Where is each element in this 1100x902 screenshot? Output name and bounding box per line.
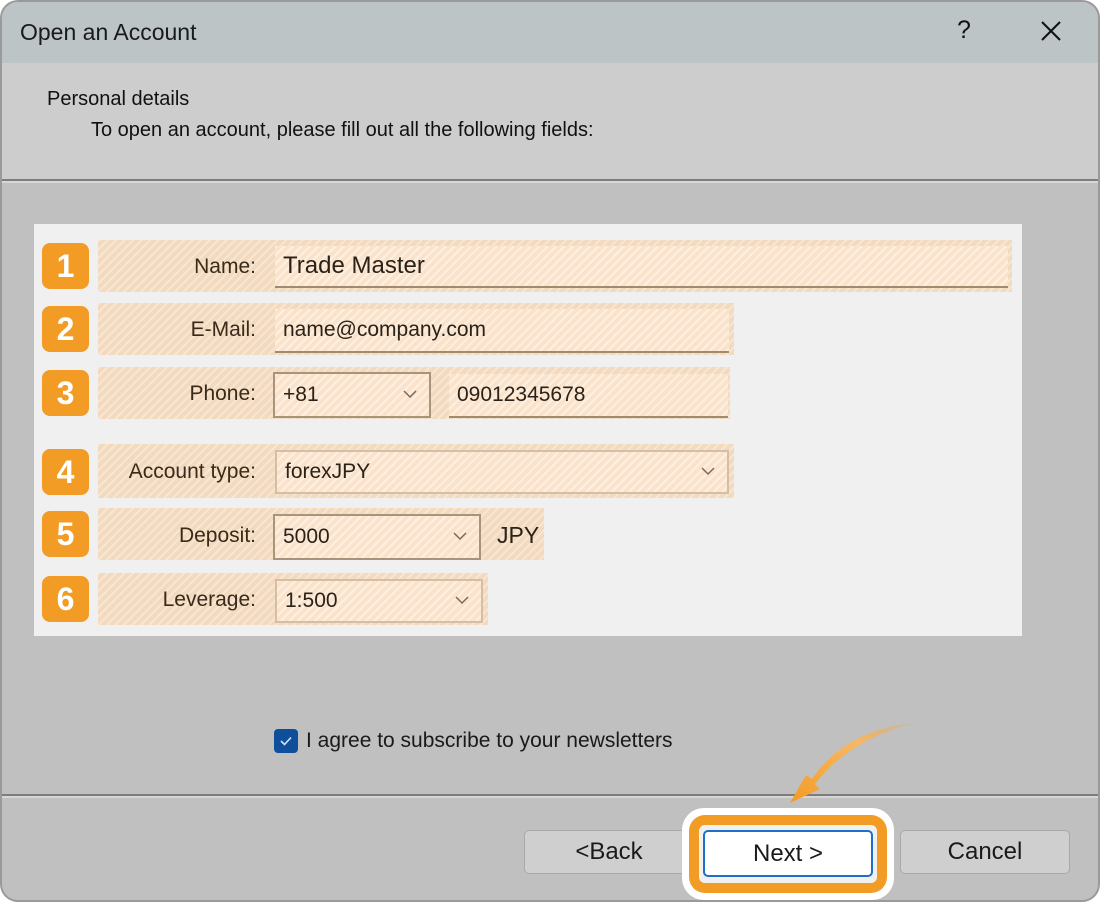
chevron-down-icon [453,532,467,541]
country-code-value: +81 [283,383,319,406]
step-badge-3: 3 [42,370,89,416]
wizard-header: Personal details To open an account, ple… [2,63,1098,183]
deposit-currency: JPY [497,522,540,548]
chevron-down-icon [403,390,417,399]
step-badge-2: 2 [42,306,89,352]
chevron-down-icon [455,596,469,605]
header-subtitle: To open an account, please fill out all … [91,119,594,141]
newsletter-option[interactable]: I agree to subscribe to your newsletters [274,729,673,753]
help-button[interactable]: ? [950,16,978,48]
email-input[interactable]: name@company.com [275,309,729,353]
deposit-value: 5000 [283,525,330,548]
newsletter-checkbox[interactable] [274,729,298,753]
dialog-window: Open an Account ? Personal details To op… [0,0,1100,902]
title-bar: Open an Account ? [2,2,1098,63]
account-type-select[interactable]: forexJPY [275,450,729,494]
deposit-select[interactable]: 5000 [273,514,481,560]
deposit-label: Deposit: [178,524,256,547]
cancel-button[interactable]: Cancel [900,830,1070,874]
form-panel: 1 Name: Trade Master 2 E-Mail: name@comp… [34,224,1022,636]
step-badge-4: 4 [42,449,89,495]
phone-input[interactable]: 09012345678 [449,374,728,418]
name-input[interactable]: Trade Master [275,246,1008,288]
callout-arrow-icon [790,723,918,803]
header-title: Personal details [47,88,190,110]
step-badge-5: 5 [42,511,89,557]
checkmark-icon [280,736,292,746]
leverage-label: Leverage: [162,588,256,611]
step-badge-1: 1 [42,243,89,289]
email-label: E-Mail: [190,318,256,341]
leverage-value: 1:500 [285,589,338,612]
newsletter-label: I agree to subscribe to your newsletters [306,729,673,752]
window-title: Open an Account [20,19,197,45]
next-button[interactable]: Next > [703,830,873,877]
footer-divider-highlight [2,796,1098,798]
name-label: Name: [194,255,256,278]
step-badge-6: 6 [42,576,89,622]
leverage-select[interactable]: 1:500 [275,579,483,623]
close-button[interactable] [1036,14,1066,48]
country-code-select[interactable]: +81 [273,372,431,418]
close-icon [1041,21,1061,41]
account-type-value: forexJPY [285,460,371,483]
chevron-down-icon [701,467,715,476]
account-type-label: Account type: [128,460,256,483]
phone-label: Phone: [189,382,256,405]
back-button[interactable]: <Back [524,830,694,874]
